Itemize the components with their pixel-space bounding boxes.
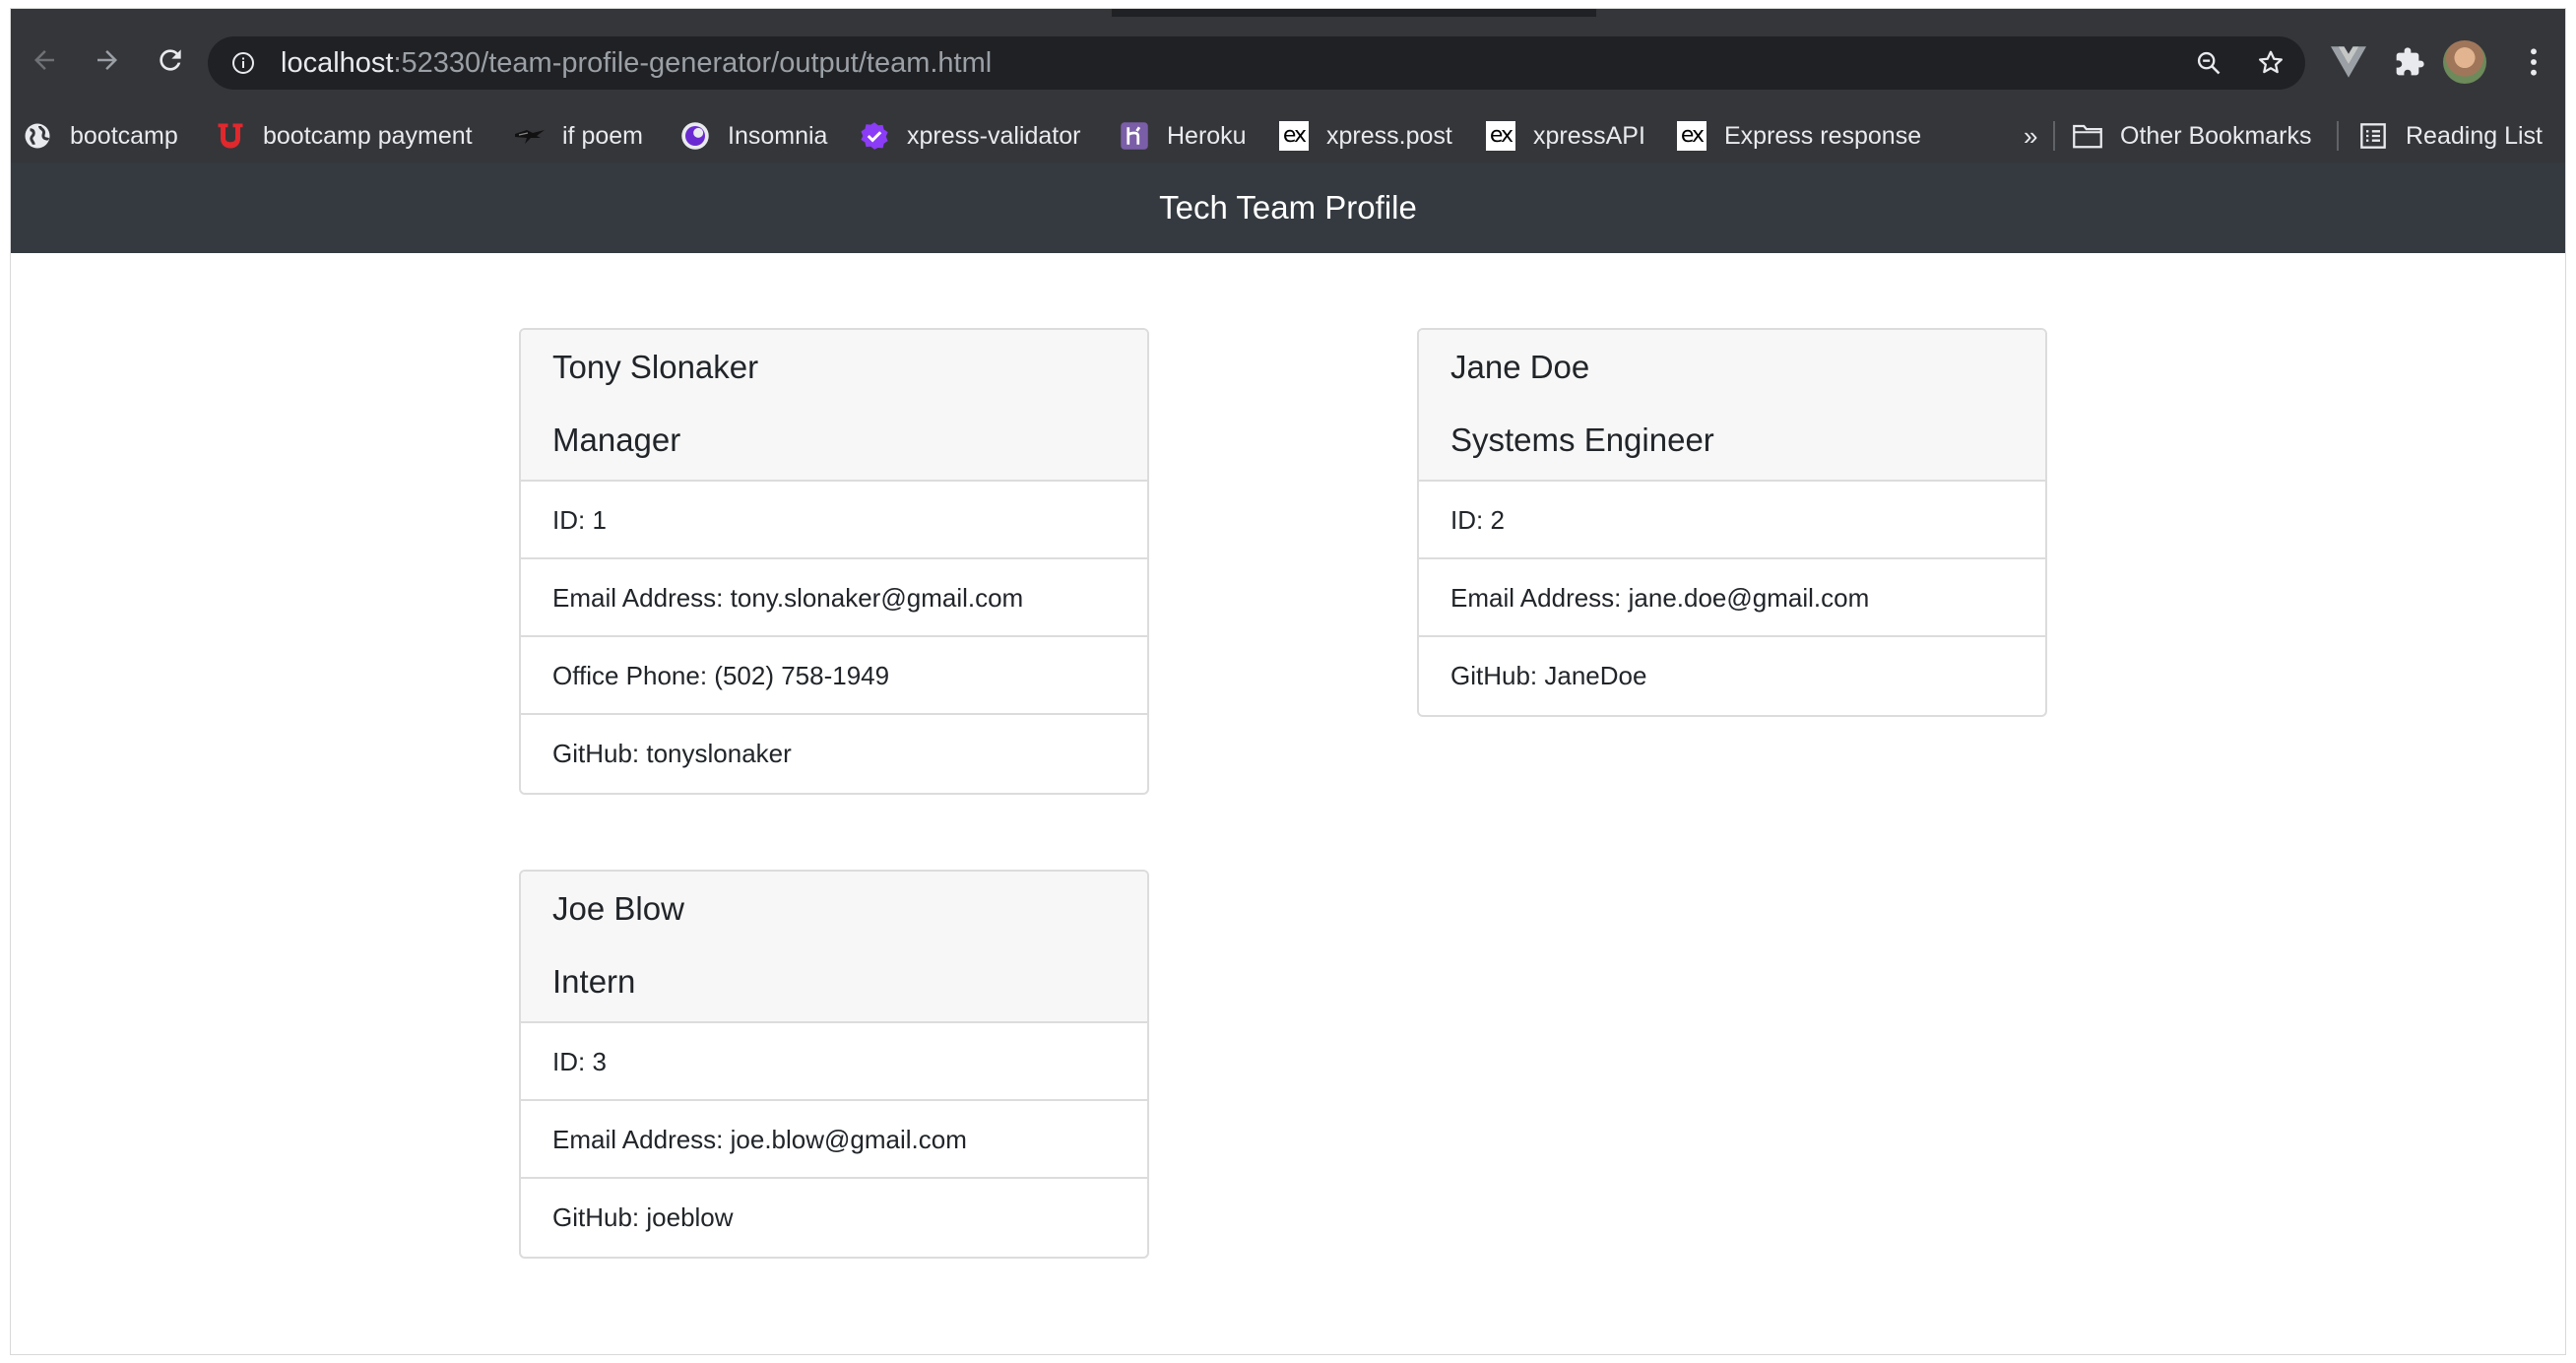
card-header: Jane Doe Systems Engineer <box>1419 330 2045 482</box>
card-header: Tony Slonaker Manager <box>521 330 1147 482</box>
bookmark-xpress-post[interactable]: ex xpress.post <box>1279 109 1452 162</box>
bookmarks-divider <box>2053 121 2055 151</box>
profile-avatar[interactable] <box>2443 40 2486 84</box>
employee-github: GitHub: tonyslonaker <box>552 739 792 768</box>
browser-menu-button[interactable] <box>2512 40 2555 84</box>
employee-role: Systems Engineer <box>1450 422 1714 458</box>
employee-email: Email Address: tony.slonaker@gmail.com <box>521 559 1147 637</box>
card-header: Joe Blow Intern <box>521 872 1147 1023</box>
bookmark-label: if poem <box>562 121 643 150</box>
forward-arrow-icon <box>97 50 117 70</box>
bookmark-label: bootcamp <box>70 121 178 150</box>
reload-button[interactable] <box>149 38 192 82</box>
page-content: Tech Team Profile Tony Slonaker Manager … <box>11 162 2565 1354</box>
ex-icon: ex <box>1486 121 1515 151</box>
bookmark-xpress-validator[interactable]: xpress-validator <box>860 109 1080 162</box>
bookmark-label: Insomnia <box>728 121 828 150</box>
bookmark-label: Express response <box>1724 121 1922 150</box>
bookmarks-divider <box>2337 121 2339 151</box>
heroku-icon <box>1120 121 1149 151</box>
ex-icon: ex <box>1279 121 1309 151</box>
ex-icon: ex <box>1677 121 1707 151</box>
url-path: :52330/team-profile-generator/output/tea… <box>393 47 993 79</box>
bookmark-bootcamp-payment[interactable]: bootcamp payment <box>216 109 473 162</box>
employee-github: GitHub: JaneDoe <box>1450 661 1647 690</box>
reading-list-button[interactable]: Reading List <box>2358 109 2543 162</box>
puzzle-icon <box>2396 47 2424 76</box>
reading-list-icon <box>2358 121 2388 151</box>
other-bookmarks-label: Other Bookmarks <box>2120 121 2312 150</box>
bookmark-xpressapi[interactable]: ex xpressAPI <box>1486 109 1645 162</box>
zoom-icon[interactable] <box>2195 49 2222 77</box>
bookmarks-bar: bootcamp bootcamp payment if poem Insomn… <box>11 109 2565 163</box>
folder-icon <box>2073 121 2102 151</box>
browser-toolbar: localhost:52330/team-profile-generator/o… <box>11 17 2565 109</box>
browser-window: localhost:52330/team-profile-generator/o… <box>10 8 2566 1355</box>
employee-name: Joe Blow <box>552 890 684 927</box>
vue-devtools-extension[interactable] <box>2327 40 2370 84</box>
employee-id: ID: 1 <box>521 482 1147 559</box>
reload-icon <box>160 49 181 71</box>
url-text[interactable]: localhost:52330/team-profile-generator/o… <box>281 36 992 90</box>
bookmark-label: xpressAPI <box>1533 121 1645 150</box>
employee-card-jane-doe: Jane Doe Systems Engineer ID: 2 Email Ad… <box>1417 328 2047 717</box>
back-button[interactable] <box>23 38 66 82</box>
employee-card-joe-blow: Joe Blow Intern ID: 3 Email Address: joe… <box>519 870 1149 1259</box>
employee-name: Tony Slonaker <box>552 349 759 385</box>
employee-id: ID: 3 <box>521 1023 1147 1101</box>
employee-role: Manager <box>552 422 681 458</box>
reading-list-label: Reading List <box>2406 121 2543 150</box>
bookmark-heroku[interactable]: Heroku <box>1120 109 1247 162</box>
bookmark-express-response[interactable]: ex Express response <box>1677 109 1921 162</box>
back-arrow-icon <box>34 50 54 70</box>
vue-icon <box>2331 46 2366 78</box>
address-bar[interactable]: localhost:52330/team-profile-generator/o… <box>208 36 2305 90</box>
bookmark-insomnia[interactable]: Insomnia <box>680 109 827 162</box>
url-host: localhost <box>281 47 394 79</box>
employee-card-tony-slonaker: Tony Slonaker Manager ID: 1 Email Addres… <box>519 328 1149 795</box>
check-badge-icon <box>860 121 889 151</box>
overflow-chevron-icon: » <box>2024 120 2038 151</box>
info-icon[interactable] <box>231 51 255 75</box>
bookmarks-overflow-button[interactable]: » <box>2024 109 2037 162</box>
tab-strip <box>11 9 2565 17</box>
bookmark-if-poem[interactable]: if poem <box>515 109 643 162</box>
employee-email: Email Address: jane.doe@gmail.com <box>1419 559 2045 637</box>
other-bookmarks-folder[interactable]: Other Bookmarks <box>2073 109 2312 162</box>
employee-id: ID: 2 <box>1419 482 2045 559</box>
bookmark-label: Heroku <box>1167 121 1247 150</box>
bookmark-label: xpress-validator <box>907 121 1081 150</box>
bookmark-label: bootcamp payment <box>263 121 473 150</box>
insomnia-icon <box>680 121 710 151</box>
bookmark-bootcamp[interactable]: bootcamp <box>23 109 178 162</box>
app-header: Tech Team Profile <box>11 162 2565 253</box>
bookmark-star-icon[interactable] <box>2256 48 2286 78</box>
employee-role: Intern <box>552 963 636 1000</box>
kebab-menu-icon <box>2531 48 2537 76</box>
employee-github: GitHub: joeblow <box>552 1202 734 1232</box>
employee-email: Email Address: joe.blow@gmail.com <box>521 1101 1147 1179</box>
u-logo-icon <box>216 121 245 151</box>
forward-button[interactable] <box>86 38 129 82</box>
bookmark-label: xpress.post <box>1326 121 1452 150</box>
employee-name: Jane Doe <box>1450 349 1590 385</box>
employee-office-phone: Office Phone: (502) 758-1949 <box>521 637 1147 715</box>
bird-icon <box>515 121 545 151</box>
extensions-button[interactable] <box>2388 40 2431 84</box>
page-title: Tech Team Profile <box>1159 189 1417 226</box>
globe-icon <box>23 121 52 151</box>
